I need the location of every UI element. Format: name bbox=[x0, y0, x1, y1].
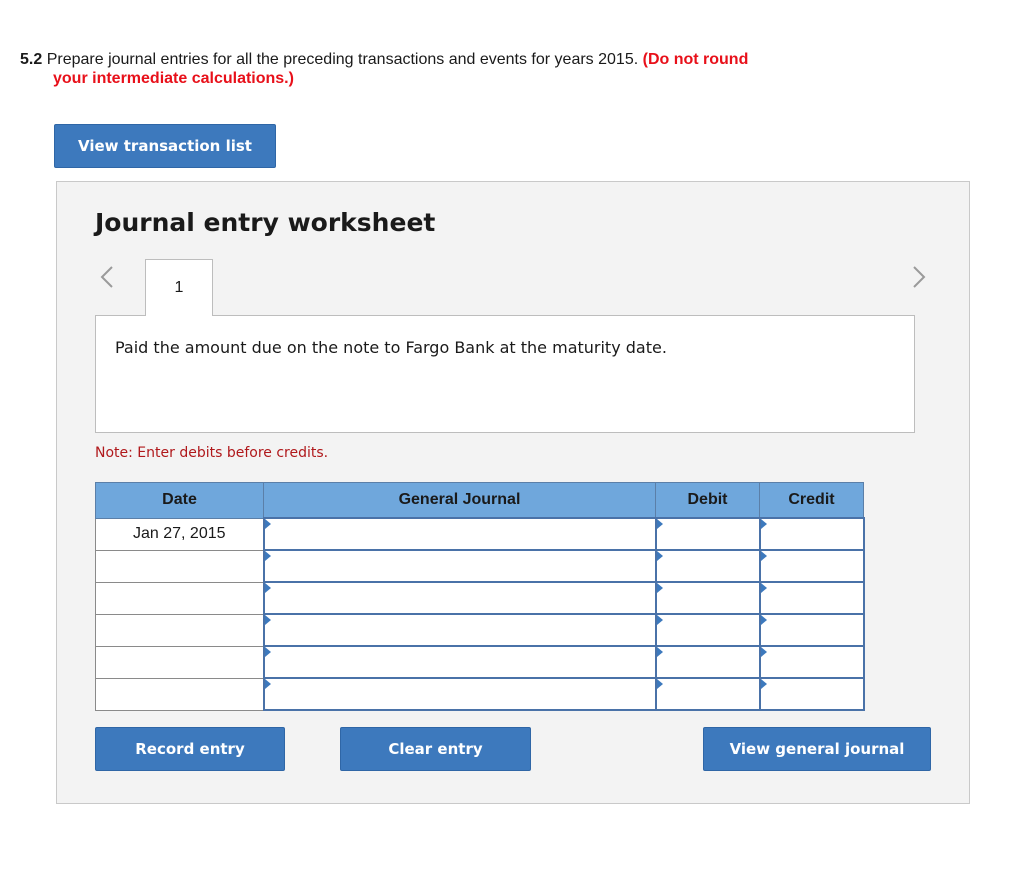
chevron-right-icon[interactable] bbox=[907, 262, 931, 292]
credit-input[interactable] bbox=[760, 679, 863, 709]
table-row bbox=[95, 645, 865, 679]
credit-cell[interactable] bbox=[758, 645, 865, 679]
chevron-left-icon[interactable] bbox=[95, 262, 119, 292]
account-input[interactable] bbox=[264, 615, 655, 645]
dropdown-triangle-icon bbox=[656, 583, 663, 593]
dropdown-triangle-icon bbox=[656, 679, 663, 689]
journal-entry-worksheet: Journal entry worksheet 1 Paid the amoun… bbox=[56, 181, 970, 804]
credit-cell[interactable] bbox=[758, 613, 865, 647]
dropdown-triangle-icon bbox=[760, 519, 767, 529]
dropdown-triangle-icon bbox=[760, 583, 767, 593]
transaction-description-box: Paid the amount due on the note to Fargo… bbox=[95, 315, 915, 433]
view-general-journal-button[interactable]: View general journal bbox=[703, 727, 931, 771]
date-cell bbox=[95, 550, 264, 583]
debit-cell[interactable] bbox=[654, 549, 761, 583]
header-date: Date bbox=[95, 482, 264, 519]
account-cell[interactable] bbox=[262, 517, 657, 551]
header-general-journal: General Journal bbox=[263, 482, 656, 519]
credit-cell[interactable] bbox=[758, 517, 865, 551]
credit-input[interactable] bbox=[760, 519, 863, 549]
debit-input[interactable] bbox=[656, 583, 759, 613]
dropdown-triangle-icon bbox=[656, 647, 663, 657]
question-text: 5.2 Prepare journal entries for all the … bbox=[20, 50, 920, 88]
account-input[interactable] bbox=[264, 583, 655, 613]
debit-cell[interactable] bbox=[654, 613, 761, 647]
date-cell: Jan 27, 2015 bbox=[95, 518, 264, 551]
journal-header-row: Date General Journal Debit Credit bbox=[95, 482, 864, 519]
worksheet-title: Journal entry worksheet bbox=[95, 208, 436, 237]
debit-input[interactable] bbox=[656, 551, 759, 581]
transaction-description: Paid the amount due on the note to Fargo… bbox=[115, 338, 667, 357]
question-number: 5.2 bbox=[20, 51, 43, 68]
date-cell bbox=[95, 582, 264, 615]
dropdown-triangle-icon bbox=[264, 615, 271, 625]
table-row: Jan 27, 2015 bbox=[95, 517, 865, 551]
dropdown-triangle-icon bbox=[264, 583, 271, 593]
debit-cell[interactable] bbox=[654, 581, 761, 615]
dropdown-triangle-icon bbox=[656, 519, 663, 529]
credit-input[interactable] bbox=[760, 551, 863, 581]
dropdown-triangle-icon bbox=[264, 551, 271, 561]
account-input[interactable] bbox=[264, 551, 655, 581]
dropdown-triangle-icon bbox=[760, 647, 767, 657]
question-body: Prepare journal entries for all the prec… bbox=[46, 51, 639, 68]
journal-table: Date General Journal Debit Credit Jan 27… bbox=[95, 482, 865, 711]
table-row bbox=[95, 613, 865, 647]
dropdown-triangle-icon bbox=[264, 647, 271, 657]
debit-input[interactable] bbox=[656, 519, 759, 549]
question-warning-1: (Do not round bbox=[642, 51, 749, 68]
account-input[interactable] bbox=[264, 679, 655, 709]
record-entry-button[interactable]: Record entry bbox=[95, 727, 285, 771]
date-cell bbox=[95, 614, 264, 647]
dropdown-triangle-icon bbox=[656, 615, 663, 625]
table-row bbox=[95, 677, 865, 711]
debit-input[interactable] bbox=[656, 647, 759, 677]
account-input[interactable] bbox=[264, 647, 655, 677]
credit-input[interactable] bbox=[760, 647, 863, 677]
date-cell bbox=[95, 678, 264, 711]
dropdown-triangle-icon bbox=[760, 551, 767, 561]
debit-cell[interactable] bbox=[654, 645, 761, 679]
table-row bbox=[95, 549, 865, 583]
debit-input[interactable] bbox=[656, 679, 759, 709]
account-cell[interactable] bbox=[262, 581, 657, 615]
dropdown-triangle-icon bbox=[760, 615, 767, 625]
dropdown-triangle-icon bbox=[760, 679, 767, 689]
debit-input[interactable] bbox=[656, 615, 759, 645]
dropdown-triangle-icon bbox=[264, 519, 271, 529]
entry-note: Note: Enter debits before credits. bbox=[95, 445, 329, 461]
dropdown-triangle-icon bbox=[264, 679, 271, 689]
header-credit: Credit bbox=[759, 482, 864, 519]
table-row bbox=[95, 581, 865, 615]
view-transaction-list-button[interactable]: View transaction list bbox=[54, 124, 276, 168]
date-cell bbox=[95, 646, 264, 679]
credit-cell[interactable] bbox=[758, 581, 865, 615]
tab-entry-1[interactable]: 1 bbox=[145, 259, 213, 316]
question-warning-2: your intermediate calculations.) bbox=[53, 70, 294, 87]
account-cell[interactable] bbox=[262, 677, 657, 711]
debit-cell[interactable] bbox=[654, 677, 761, 711]
dropdown-triangle-icon bbox=[656, 551, 663, 561]
credit-input[interactable] bbox=[760, 615, 863, 645]
credit-cell[interactable] bbox=[758, 677, 865, 711]
credit-input[interactable] bbox=[760, 583, 863, 613]
debit-cell[interactable] bbox=[654, 517, 761, 551]
account-input[interactable] bbox=[264, 519, 655, 549]
account-cell[interactable] bbox=[262, 549, 657, 583]
clear-entry-button[interactable]: Clear entry bbox=[340, 727, 531, 771]
header-debit: Debit bbox=[655, 482, 760, 519]
account-cell[interactable] bbox=[262, 645, 657, 679]
account-cell[interactable] bbox=[262, 613, 657, 647]
credit-cell[interactable] bbox=[758, 549, 865, 583]
